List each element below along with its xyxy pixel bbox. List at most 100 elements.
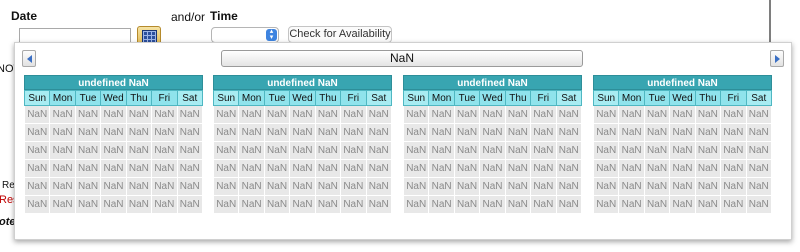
day-cell[interactable]: NaN: [530, 105, 557, 124]
day-cell[interactable]: NaN: [555, 141, 583, 160]
day-cell[interactable]: NaN: [669, 159, 696, 178]
day-cell[interactable]: NaN: [263, 105, 291, 124]
day-cell[interactable]: NaN: [592, 159, 620, 178]
day-cell[interactable]: NaN: [340, 159, 367, 178]
day-cell[interactable]: NaN: [479, 105, 506, 124]
day-cell[interactable]: NaN: [125, 195, 153, 214]
day-cell[interactable]: NaN: [314, 123, 342, 142]
day-cell[interactable]: NaN: [618, 141, 645, 160]
day-cell[interactable]: NaN: [151, 195, 178, 214]
day-cell[interactable]: NaN: [263, 177, 291, 196]
day-cell[interactable]: NaN: [555, 195, 583, 214]
day-cell[interactable]: NaN: [643, 141, 671, 160]
day-cell[interactable]: NaN: [530, 159, 557, 178]
day-cell[interactable]: NaN: [694, 195, 722, 214]
day-cell[interactable]: NaN: [263, 195, 291, 214]
day-cell[interactable]: NaN: [238, 141, 265, 160]
day-cell[interactable]: NaN: [289, 159, 316, 178]
day-cell[interactable]: NaN: [289, 195, 316, 214]
day-cell[interactable]: NaN: [100, 177, 127, 196]
day-cell[interactable]: NaN: [428, 159, 455, 178]
day-cell[interactable]: NaN: [314, 141, 342, 160]
day-cell[interactable]: NaN: [23, 141, 51, 160]
day-cell[interactable]: NaN: [23, 105, 51, 124]
day-cell[interactable]: NaN: [212, 123, 240, 142]
day-cell[interactable]: NaN: [720, 195, 747, 214]
day-cell[interactable]: NaN: [720, 105, 747, 124]
day-cell[interactable]: NaN: [100, 159, 127, 178]
day-cell[interactable]: NaN: [23, 177, 51, 196]
day-cell[interactable]: NaN: [365, 123, 393, 142]
day-cell[interactable]: NaN: [555, 123, 583, 142]
day-cell[interactable]: NaN: [340, 123, 367, 142]
day-cell[interactable]: NaN: [365, 177, 393, 196]
day-cell[interactable]: NaN: [314, 159, 342, 178]
day-cell[interactable]: NaN: [212, 195, 240, 214]
day-cell[interactable]: NaN: [618, 177, 645, 196]
day-cell[interactable]: NaN: [289, 105, 316, 124]
day-cell[interactable]: NaN: [745, 141, 773, 160]
day-cell[interactable]: NaN: [694, 123, 722, 142]
day-cell[interactable]: NaN: [176, 159, 204, 178]
day-cell[interactable]: NaN: [555, 159, 583, 178]
day-cell[interactable]: NaN: [151, 123, 178, 142]
day-cell[interactable]: NaN: [479, 177, 506, 196]
day-cell[interactable]: NaN: [453, 195, 481, 214]
day-cell[interactable]: NaN: [453, 159, 481, 178]
day-cell[interactable]: NaN: [428, 177, 455, 196]
day-cell[interactable]: NaN: [100, 195, 127, 214]
day-cell[interactable]: NaN: [669, 195, 696, 214]
day-cell[interactable]: NaN: [100, 105, 127, 124]
day-cell[interactable]: NaN: [263, 141, 291, 160]
day-cell[interactable]: NaN: [74, 195, 102, 214]
day-cell[interactable]: NaN: [720, 177, 747, 196]
day-cell[interactable]: NaN: [402, 123, 430, 142]
day-cell[interactable]: NaN: [402, 159, 430, 178]
day-cell[interactable]: NaN: [314, 177, 342, 196]
day-cell[interactable]: NaN: [504, 141, 532, 160]
day-cell[interactable]: NaN: [453, 105, 481, 124]
day-cell[interactable]: NaN: [74, 141, 102, 160]
day-cell[interactable]: NaN: [530, 177, 557, 196]
next-month-button[interactable]: [770, 50, 784, 67]
day-cell[interactable]: NaN: [643, 159, 671, 178]
day-cell[interactable]: NaN: [618, 123, 645, 142]
day-cell[interactable]: NaN: [592, 141, 620, 160]
day-cell[interactable]: NaN: [555, 105, 583, 124]
day-cell[interactable]: NaN: [263, 159, 291, 178]
day-cell[interactable]: NaN: [453, 177, 481, 196]
day-cell[interactable]: NaN: [23, 159, 51, 178]
day-cell[interactable]: NaN: [530, 195, 557, 214]
prev-month-button[interactable]: [22, 50, 36, 67]
day-cell[interactable]: NaN: [504, 159, 532, 178]
day-cell[interactable]: NaN: [340, 105, 367, 124]
day-cell[interactable]: NaN: [402, 105, 430, 124]
day-cell[interactable]: NaN: [125, 141, 153, 160]
day-cell[interactable]: NaN: [365, 141, 393, 160]
day-cell[interactable]: NaN: [49, 123, 76, 142]
day-cell[interactable]: NaN: [151, 105, 178, 124]
day-cell[interactable]: NaN: [151, 141, 178, 160]
day-cell[interactable]: NaN: [49, 195, 76, 214]
day-cell[interactable]: NaN: [74, 177, 102, 196]
day-cell[interactable]: NaN: [74, 159, 102, 178]
day-cell[interactable]: NaN: [340, 195, 367, 214]
day-cell[interactable]: NaN: [694, 159, 722, 178]
day-cell[interactable]: NaN: [618, 105, 645, 124]
day-cell[interactable]: NaN: [504, 177, 532, 196]
day-cell[interactable]: NaN: [365, 195, 393, 214]
day-cell[interactable]: NaN: [100, 123, 127, 142]
day-cell[interactable]: NaN: [212, 141, 240, 160]
day-cell[interactable]: NaN: [125, 123, 153, 142]
day-cell[interactable]: NaN: [479, 195, 506, 214]
day-cell[interactable]: NaN: [238, 159, 265, 178]
day-cell[interactable]: NaN: [428, 123, 455, 142]
day-cell[interactable]: NaN: [592, 195, 620, 214]
day-cell[interactable]: NaN: [402, 141, 430, 160]
day-cell[interactable]: NaN: [479, 123, 506, 142]
day-cell[interactable]: NaN: [643, 177, 671, 196]
day-cell[interactable]: NaN: [530, 141, 557, 160]
day-cell[interactable]: NaN: [745, 195, 773, 214]
calendar-title-button[interactable]: NaN: [221, 50, 583, 67]
day-cell[interactable]: NaN: [151, 177, 178, 196]
